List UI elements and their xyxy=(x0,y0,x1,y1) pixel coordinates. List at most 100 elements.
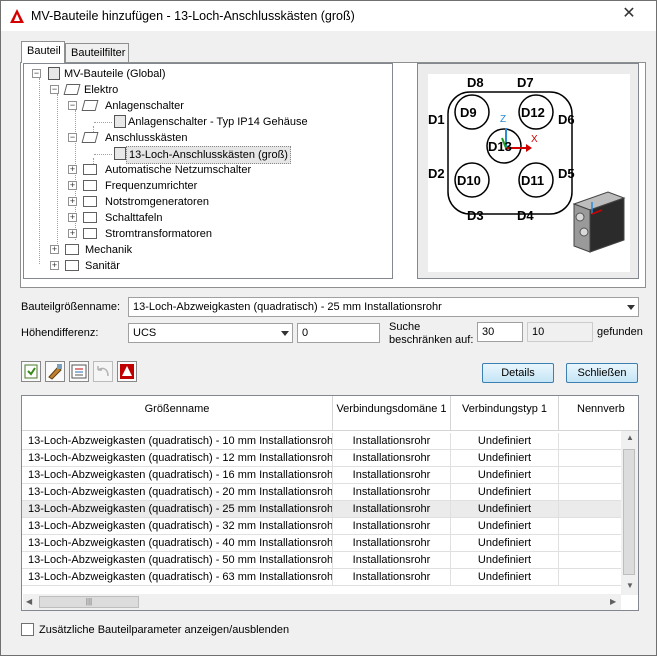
tab-bauteil[interactable]: Bauteil xyxy=(21,41,65,63)
part-preview: Z X D8 D7 D1 D6 D2 D5 D3 D4 D9 D12 D13 D… xyxy=(417,63,639,279)
properties-tool-button[interactable] xyxy=(69,361,89,382)
label-d7: D7 xyxy=(517,75,534,90)
table-row[interactable]: 13-Loch-Abzweigkasten (quadratisch) - 32… xyxy=(22,518,623,535)
table-row[interactable]: 13-Loch-Abzweigkasten (quadratisch) - 12… xyxy=(22,450,623,467)
table-row[interactable]: 13-Loch-Abzweigkasten (quadratisch) - 63… xyxy=(22,569,623,586)
expand-icon[interactable]: + xyxy=(50,245,59,254)
table-row[interactable]: 13-Loch-Abzweigkasten (quadratisch) - 10… xyxy=(22,433,623,450)
table-row-selected[interactable]: 13-Loch-Abzweigkasten (quadratisch) - 25… xyxy=(22,501,623,518)
table-cell xyxy=(559,518,623,535)
collapse-icon[interactable]: − xyxy=(50,85,59,94)
folder-icon xyxy=(83,212,97,223)
tree-label: Notstromgeneratoren xyxy=(105,196,209,208)
table-cell xyxy=(559,433,623,450)
expand-icon[interactable]: + xyxy=(68,165,77,174)
match-properties-tool-button[interactable] xyxy=(45,361,65,382)
table-cell: Undefiniert xyxy=(451,501,559,518)
vertical-scroll-thumb[interactable] xyxy=(623,449,635,575)
tab-bauteilfilter[interactable]: Bauteilfilter xyxy=(65,43,129,63)
table-cell: 13-Loch-Abzweigkasten (quadratisch) - 25… xyxy=(22,501,333,518)
table-cell: Installationsrohr xyxy=(333,535,451,552)
tree-label: Mechanik xyxy=(85,244,133,256)
tree-label: Stromtransformatoren xyxy=(105,228,212,240)
chevron-down-icon xyxy=(281,331,289,336)
table-cell: 13-Loch-Abzweigkasten (quadratisch) - 16… xyxy=(22,467,333,484)
height-reference-dropdown[interactable]: UCS xyxy=(128,323,293,343)
table-cell xyxy=(559,484,623,501)
column-header-domain[interactable]: Verbindungsdomäne 1 xyxy=(333,396,451,431)
height-difference-label: Höhendifferenz: xyxy=(21,327,99,339)
folder-icon xyxy=(83,228,97,239)
table-cell: 13-Loch-Abzweigkasten (quadratisch) - 32… xyxy=(22,518,333,535)
folder-icon xyxy=(83,180,97,191)
part-tree[interactable]: − MV-Bauteile (Global) − Elektro − Anlag… xyxy=(23,63,393,279)
table-cell: Installationsrohr xyxy=(333,450,451,467)
collapse-icon[interactable]: − xyxy=(68,101,77,110)
table-cell: 13-Loch-Abzweigkasten (quadratisch) - 50… xyxy=(22,552,333,569)
folder-icon xyxy=(83,164,97,175)
label-d6: D6 xyxy=(558,112,575,127)
expand-icon[interactable]: + xyxy=(68,197,77,206)
junction-box-diagram: Z X D8 D7 D1 D6 D2 D5 D3 D4 D9 D12 D13 D… xyxy=(428,74,630,272)
table-cell: Installationsrohr xyxy=(333,518,451,535)
part-icon xyxy=(114,147,126,160)
svg-text:X: X xyxy=(531,134,538,145)
expand-icon[interactable]: + xyxy=(68,229,77,238)
close-window-button[interactable]: ✕ xyxy=(611,4,647,24)
size-name-dropdown[interactable]: 13-Loch-Abzweigkasten (quadratisch) - 25… xyxy=(128,297,639,317)
label-d8: D8 xyxy=(467,75,484,90)
tree-label: Anschlusskästen xyxy=(105,132,188,144)
table-cell: Undefiniert xyxy=(451,518,559,535)
horizontal-scroll-thumb[interactable]: ||| xyxy=(39,596,139,608)
collapse-icon[interactable]: − xyxy=(32,69,41,78)
table-row[interactable]: 13-Loch-Abzweigkasten (quadratisch) - 40… xyxy=(22,535,623,552)
chevron-down-icon xyxy=(627,305,635,310)
label-d5: D5 xyxy=(558,166,575,181)
tree-label: Anlagenschalter xyxy=(105,100,184,112)
catalog-tool-button[interactable] xyxy=(117,361,137,382)
size-name-label: Bauteilgrößenname: xyxy=(21,301,121,313)
undo-tool-button[interactable] xyxy=(93,361,113,382)
folder-icon xyxy=(65,260,79,271)
table-cell xyxy=(559,450,623,467)
results-grid[interactable]: Größenname Verbindungsdomäne 1 Verbindun… xyxy=(21,395,639,611)
column-header-type[interactable]: Verbindungstyp 1 xyxy=(451,396,559,431)
search-limit-input[interactable]: 30 xyxy=(477,322,523,342)
table-cell: Undefiniert xyxy=(451,484,559,501)
table-cell: Undefiniert xyxy=(451,433,559,450)
folder-icon xyxy=(65,244,79,255)
add-part-tool-button[interactable] xyxy=(21,361,41,382)
height-value-input[interactable]: 0 xyxy=(297,323,380,343)
expand-icon[interactable]: + xyxy=(50,261,59,270)
table-row[interactable]: 13-Loch-Abzweigkasten (quadratisch) - 20… xyxy=(22,484,623,501)
close-button[interactable]: Schließen xyxy=(566,363,638,383)
table-cell xyxy=(559,552,623,569)
label-d13: D13 xyxy=(488,139,512,154)
table-row[interactable]: 13-Loch-Abzweigkasten (quadratisch) - 16… xyxy=(22,467,623,484)
tree-label: Schalttafeln xyxy=(105,212,163,224)
table-cell: Undefiniert xyxy=(451,467,559,484)
height-reference-value: UCS xyxy=(133,327,157,339)
folder-open-icon xyxy=(81,132,99,143)
table-row[interactable]: 13-Loch-Abzweigkasten (quadratisch) - 50… xyxy=(22,552,623,569)
expand-icon[interactable]: + xyxy=(68,181,77,190)
table-cell: Undefiniert xyxy=(451,450,559,467)
folder-open-icon xyxy=(63,84,81,95)
column-header-groessenname[interactable]: Größenname xyxy=(22,396,333,431)
collapse-icon[interactable]: − xyxy=(68,133,77,142)
table-cell xyxy=(559,535,623,552)
size-name-value: 13-Loch-Abzweigkasten (quadratisch) - 25… xyxy=(133,301,442,313)
search-limit-label-line2: beschränken auf: xyxy=(389,334,474,346)
tree-label: Elektro xyxy=(84,84,119,96)
column-header-nennverbindung[interactable]: Nennverb xyxy=(559,396,638,431)
autocad-logo-icon xyxy=(9,8,25,24)
expand-icon[interactable]: + xyxy=(68,213,77,222)
table-cell: Installationsrohr xyxy=(333,484,451,501)
table-cell xyxy=(559,501,623,518)
horizontal-scrollbar[interactable]: ◀ ||| ▶ xyxy=(23,594,621,610)
part-icon xyxy=(114,115,126,128)
extra-parameters-checkbox[interactable] xyxy=(21,623,34,636)
table-cell xyxy=(559,569,623,586)
details-button[interactable]: Details xyxy=(482,363,554,383)
vertical-scrollbar[interactable]: ▲ ▼ xyxy=(621,431,638,595)
